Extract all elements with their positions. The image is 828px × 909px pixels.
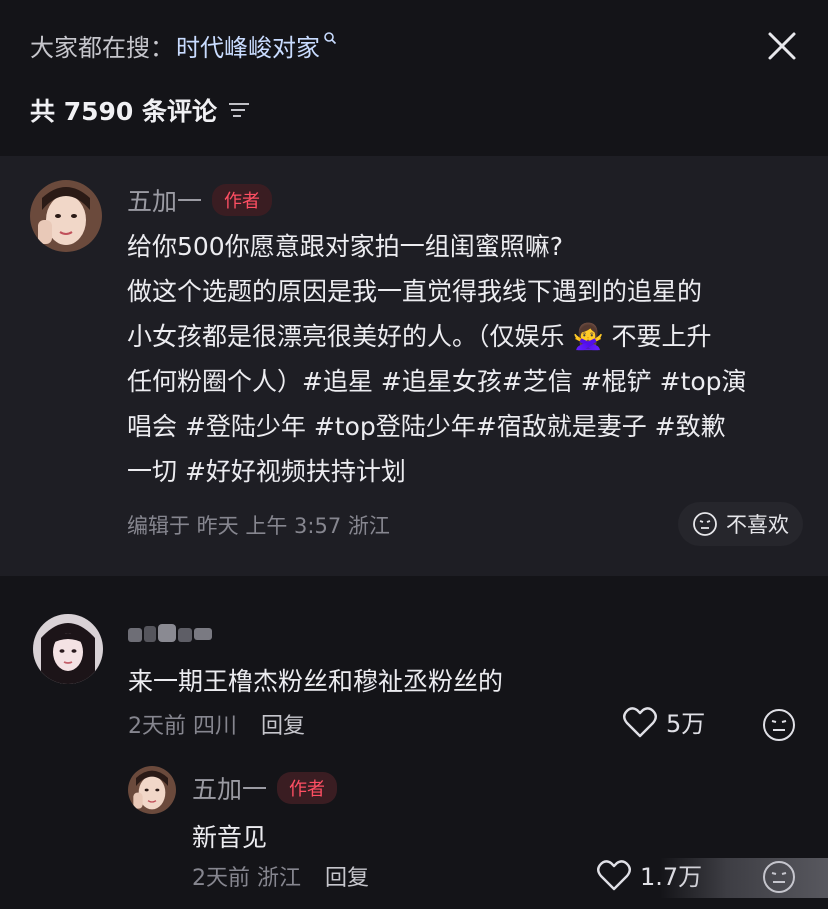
comment-time-location: 2天前 四川 [128, 714, 237, 739]
author-badge: 作者 [212, 184, 273, 216]
avatar[interactable] [30, 180, 102, 252]
avatar[interactable] [33, 614, 103, 684]
post-text-line: 给你500你愿意跟对家拍一组闺蜜照嘛? [127, 232, 563, 261]
trending-search-bar[interactable]: 大家都在搜： 时代峰峻对家 [30, 28, 337, 63]
comment-sheet: 大家都在搜： 时代峰峻对家 共 7590 条评论 五加一 作者 给你500你愿意… [0, 0, 828, 909]
author-row: 五加一 作者 [127, 182, 273, 218]
post-text-line: 做这个选题的原因是我一直觉得我线下遇到的追星的 [127, 277, 703, 306]
post-text-line: 一切 #好好视频扶持计划 [127, 457, 406, 486]
watermark-overlay [660, 858, 828, 898]
author-name[interactable]: 五加一 [127, 182, 202, 218]
comment-count-label: 共 7590 条评论 [30, 97, 217, 126]
heart-icon [623, 706, 657, 737]
author-name[interactable]: 五加一 [192, 770, 267, 806]
like-button[interactable]: 5万 [622, 704, 705, 739]
post-text-line: 唱会 #登陆少年 #top登陆少年#宿敌就是妻子 #致歉 [127, 412, 726, 441]
post-text-line: 小女孩都是很漂亮很美好的人。（仅娱乐 🙅‍♀️ 不要上升 [127, 322, 712, 351]
pinned-author-post: 五加一 作者 给你500你愿意跟对家拍一组闺蜜照嘛? 做这个选题的原因是我一直觉… [0, 156, 828, 576]
trending-search-keyword[interactable]: 时代峰峻对家 [176, 28, 320, 63]
close-icon[interactable] [764, 28, 800, 64]
reply-text: 新音见 [192, 823, 268, 852]
author-badge: 作者 [277, 772, 338, 804]
post-text: 给你500你愿意跟对家拍一组闺蜜照嘛? 做这个选题的原因是我一直觉得我线下遇到的… [127, 224, 797, 494]
reply-button[interactable]: 回复 [261, 708, 305, 740]
like-count: 5万 [666, 710, 706, 738]
comment-count: 共 7590 条评论 [30, 92, 251, 128]
neutral-face-icon[interactable] [762, 708, 796, 742]
comment-text: 来一期王橹杰粉丝和穆祉丞粉丝的 [128, 667, 504, 696]
search-icon [323, 30, 337, 49]
author-row: 五加一 作者 [192, 770, 338, 806]
dislike-button[interactable]: 不喜欢 [678, 502, 803, 546]
heart-icon [597, 859, 631, 890]
post-text-line: 任何粉圈个人）#追星 #追星女孩#芝信 #棍铲 #top演 [127, 367, 747, 396]
dislike-label: 不喜欢 [726, 513, 789, 537]
dislike-face-icon [693, 512, 717, 536]
reply-time-location: 2天前 浙江 [192, 866, 301, 891]
trending-search-prefix: 大家都在搜： [30, 34, 174, 62]
avatar[interactable] [128, 766, 176, 814]
comment-meta: 2天前 四川 回复 [128, 708, 305, 740]
reply-button[interactable]: 回复 [325, 860, 369, 892]
commenter-name-blurred [128, 624, 212, 642]
sort-icon[interactable] [227, 100, 251, 120]
reply-meta: 2天前 浙江 回复 [192, 860, 369, 892]
post-meta: 编辑于 昨天 上午 3:57 浙江 [127, 514, 390, 538]
